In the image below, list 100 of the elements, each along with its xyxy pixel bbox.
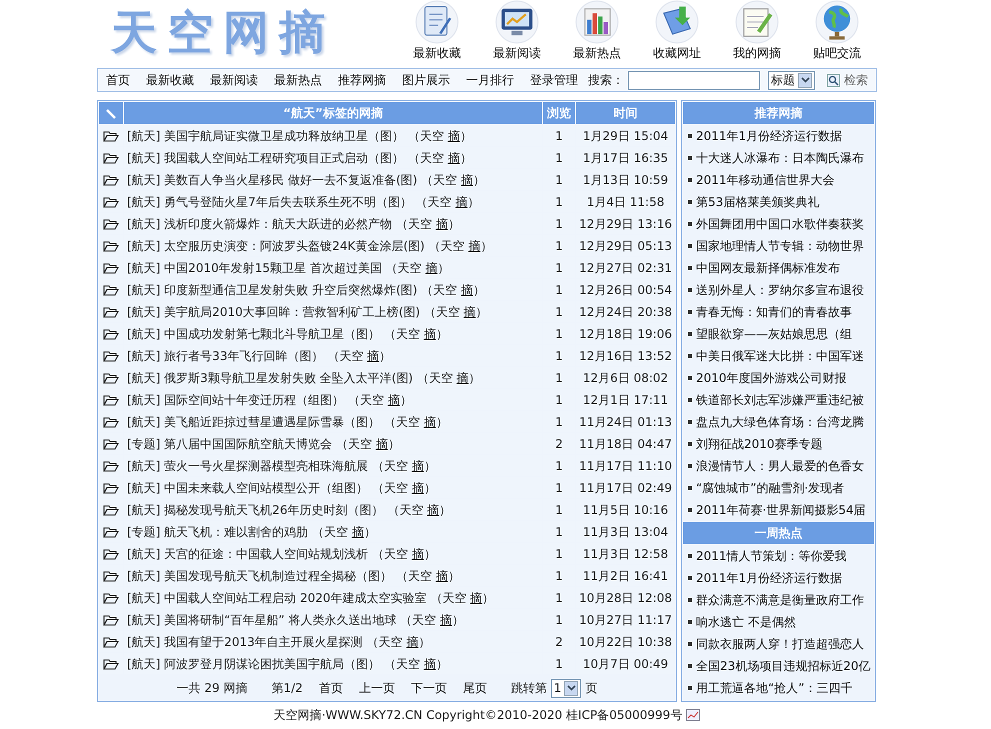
- pagination-link[interactable]: 下一页: [410, 679, 447, 697]
- sidebar-link[interactable]: 浪漫情节人：男人最爱的色香女: [696, 455, 864, 477]
- sidebar-link[interactable]: 2011年移动通信世界大会: [696, 169, 835, 191]
- sidebar-link[interactable]: 十大迷人冰瀑布：日本陶氏瀑布: [696, 147, 864, 169]
- digest-link[interactable]: 摘: [352, 524, 364, 538]
- sidebar-link[interactable]: 望眼欲穿——灰姑娘思思（组: [696, 323, 852, 345]
- nav-icon-link[interactable]: 收藏网址: [637, 0, 717, 62]
- digest-link[interactable]: 摘: [406, 634, 418, 648]
- sidebar-link[interactable]: 送别外星人：罗纳尔多宣布退役: [696, 279, 864, 301]
- digest-link[interactable]: 摘: [424, 414, 436, 428]
- digest-link[interactable]: 摘: [470, 590, 482, 604]
- sidebar-link[interactable]: 2011年1月份经济运行数据: [696, 125, 842, 147]
- article-entry: [航天] 浅析印度火箭爆炸：航天大跃进的必然产物 （天空 摘）: [127, 216, 460, 230]
- digest-link[interactable]: 摘: [412, 546, 424, 560]
- nav-icon-link[interactable]: 最新阅读: [477, 0, 557, 62]
- view-count: 1: [555, 524, 563, 538]
- sidebar-link[interactable]: 2010年度国外游戏公司财报: [696, 367, 847, 389]
- digest-link[interactable]: 摘: [455, 194, 468, 208]
- nav-link[interactable]: 推荐网摘: [338, 71, 386, 89]
- nav-icon-link[interactable]: 最新热点: [557, 0, 637, 62]
- digest-link[interactable]: 摘: [367, 348, 380, 362]
- column-header: 时间: [614, 106, 638, 120]
- time-text: 1月17日 16:35: [582, 150, 668, 164]
- digest-link[interactable]: 摘: [456, 370, 469, 384]
- nav-link[interactable]: 登录管理: [530, 71, 578, 89]
- digest-link[interactable]: 摘: [436, 568, 448, 582]
- view-count: 1: [555, 370, 563, 384]
- folder-icon: [103, 240, 119, 252]
- view-count: 1: [555, 656, 563, 670]
- view-count: 1: [555, 568, 563, 582]
- sidebar-link[interactable]: 中国网友最新择偶标准发布: [696, 257, 840, 279]
- nav-link[interactable]: 一月排行: [466, 71, 514, 89]
- digest-link[interactable]: 摘: [424, 656, 436, 670]
- sidebar-link[interactable]: 铁道部长刘志军涉嫌严重违纪被: [696, 389, 864, 411]
- sidebar-link[interactable]: 同款衣服两人穿！打造超强恋人: [696, 633, 864, 655]
- article-entry: [航天] 美国发现号航天飞机制造过程全揭秘（图） （天空 摘）: [127, 568, 460, 582]
- time-text: 11月24日 01:13: [579, 414, 672, 428]
- sidebar-link[interactable]: 第53届格莱美颁奖典礼: [696, 191, 820, 213]
- nav-icon-link[interactable]: 最新收藏: [397, 0, 477, 62]
- digest-link[interactable]: 摘: [464, 304, 476, 318]
- bullet-icon: [688, 310, 692, 314]
- view-count: 1: [555, 612, 563, 626]
- nav-link[interactable]: 图片展示: [402, 71, 450, 89]
- search-scope-select[interactable]: 标题: [768, 70, 815, 90]
- digest-link[interactable]: 摘: [388, 392, 400, 406]
- sidebar-link[interactable]: 国家地理情人节专辑：动物世界: [696, 235, 864, 257]
- pagination-link[interactable]: 尾页: [462, 679, 487, 697]
- sidebar-link[interactable]: 响水逃亡 不是偶然: [696, 611, 796, 633]
- nav-link[interactable]: 最新阅读: [210, 71, 258, 89]
- nav-link[interactable]: 最新收藏: [146, 71, 194, 89]
- folder-icon: [103, 570, 119, 582]
- nav-link[interactable]: 首页: [106, 71, 130, 89]
- article-entry: [航天] 揭秘发现号航天飞机26年历史时刻（图） （天空 摘）: [127, 502, 452, 516]
- digest-link[interactable]: 摘: [448, 128, 460, 142]
- digest-link[interactable]: 摘: [424, 326, 436, 340]
- sidebar-link[interactable]: 2011情人节策划：等你爱我: [696, 545, 847, 567]
- article-entry: [航天] 太空服历史演变：阿波罗头盔镀24K黄金涂层(图) （天空 摘）: [127, 238, 492, 252]
- bullet-icon: [688, 222, 692, 226]
- digest-link[interactable]: 摘: [460, 172, 473, 186]
- view-count: 1: [555, 392, 563, 406]
- article-entry: [专题] 航天飞机：难以割舍的鸡肋 （天空 摘）: [127, 524, 376, 538]
- sidebar-link[interactable]: 全国23机场项目违规招标近20亿: [696, 655, 871, 677]
- folder-icon: [103, 130, 119, 142]
- pagination-link[interactable]: 上一页: [358, 679, 395, 697]
- time-text: 12月29日 13:16: [579, 216, 672, 230]
- page-select[interactable]: 1: [550, 678, 582, 698]
- time-text: 12月1日 17:11: [582, 392, 668, 406]
- nav-link[interactable]: 最新热点: [274, 71, 322, 89]
- nav-icon-link[interactable]: 贴吧交流: [797, 0, 877, 62]
- digest-link[interactable]: 摘: [412, 458, 424, 472]
- article-entry: [航天] 萤火一号火星探测器模型亮相珠海航展 （天空 摘）: [127, 458, 436, 472]
- digest-link[interactable]: 摘: [468, 238, 480, 252]
- time-text: 12月24日 20:38: [579, 304, 672, 318]
- digest-link[interactable]: 摘: [436, 216, 448, 230]
- sidebar-link[interactable]: 2011年荷赛·世界新闻摄影54届: [696, 499, 866, 521]
- sidebar-link[interactable]: 外国舞团用中国口水歌伴奏获奖: [696, 213, 864, 235]
- sidebar-link[interactable]: 用工荒逼各地“抢人”：三四千: [696, 677, 852, 699]
- sidebar-link[interactable]: 2011年1月份经济运行数据: [696, 567, 842, 589]
- sidebar-link[interactable]: 群众满意不满意是衡量政府工作: [696, 589, 864, 611]
- sidebar-link[interactable]: 刘翔征战2010赛季专题: [696, 433, 823, 455]
- search-field[interactable]: [628, 70, 760, 90]
- folder-icon: [103, 372, 119, 384]
- digest-link[interactable]: 摘: [412, 480, 424, 494]
- pagination-link[interactable]: 首页: [318, 679, 343, 697]
- search-label: 搜索：: [588, 72, 624, 89]
- digest-link[interactable]: 摘: [425, 260, 438, 274]
- search-button[interactable]: 检索: [827, 71, 868, 89]
- sidebar-link[interactable]: 盘点九大绿色体育场：台湾龙腾: [696, 411, 864, 433]
- digest-link[interactable]: 摘: [440, 612, 452, 626]
- sidebar-link[interactable]: 青春无悔：知青们的青春故事: [696, 301, 852, 323]
- digest-link[interactable]: 摘: [427, 502, 440, 516]
- sidebar-link[interactable]: 中美日俄军迷大比拼：中国军迷: [696, 345, 864, 367]
- nav-icon-link[interactable]: 我的网摘: [717, 0, 797, 62]
- digest-link[interactable]: 摘: [460, 282, 473, 296]
- bullet-icon: [688, 554, 692, 558]
- sidebar-link[interactable]: “腐蚀城市”的融雪剂·发现者: [696, 477, 844, 499]
- bullet-icon: [688, 576, 692, 580]
- digest-link[interactable]: 摘: [376, 436, 388, 450]
- bullet-icon: [688, 620, 692, 624]
- digest-link[interactable]: 摘: [448, 150, 460, 164]
